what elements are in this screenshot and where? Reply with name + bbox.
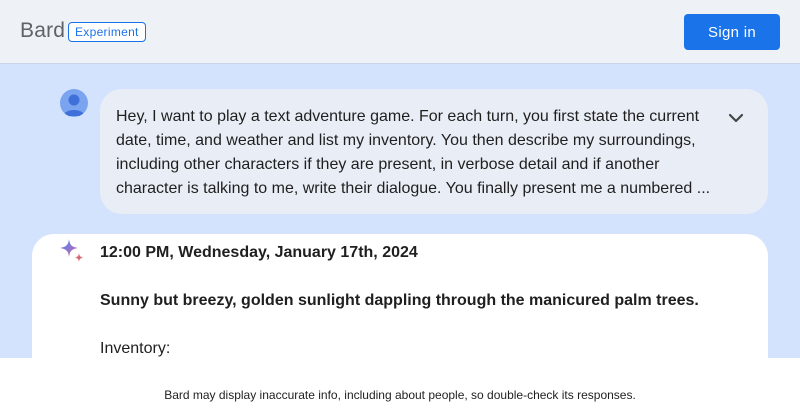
prompt-line: date, time, and weather and list my inve… (116, 132, 696, 149)
disclaimer-text: Bard may display inaccurate info, includ… (164, 388, 636, 402)
response-inventory-label: Inventory: (100, 340, 171, 357)
brand-logo[interactable]: Bard (20, 19, 65, 43)
footer: Bard may display inaccurate info, includ… (0, 358, 800, 419)
response-weather: Sunny but breezy, golden sunlight dappli… (100, 292, 699, 309)
prompt-line: character is talking to me, write their … (116, 180, 711, 197)
sparkle-icon (58, 237, 86, 265)
sign-in-button[interactable]: Sign in (684, 14, 780, 50)
user-prompt-bubble: Hey, I want to play a text adventure gam… (100, 89, 768, 214)
experiment-badge: Experiment (68, 22, 146, 42)
chevron-down-icon[interactable] (723, 105, 749, 131)
top-bar: Bard Experiment Sign in (0, 0, 800, 64)
prompt-line: Hey, I want to play a text adventure gam… (116, 108, 700, 125)
bard-response-card: 12:00 PM, Wednesday, January 17th, 2024 … (32, 234, 768, 364)
response-datetime: 12:00 PM, Wednesday, January 17th, 2024 (100, 244, 418, 261)
user-prompt-text: Hey, I want to play a text adventure gam… (116, 105, 716, 201)
user-avatar-icon (60, 89, 88, 117)
prompt-line: including other characters if they are p… (116, 156, 660, 173)
